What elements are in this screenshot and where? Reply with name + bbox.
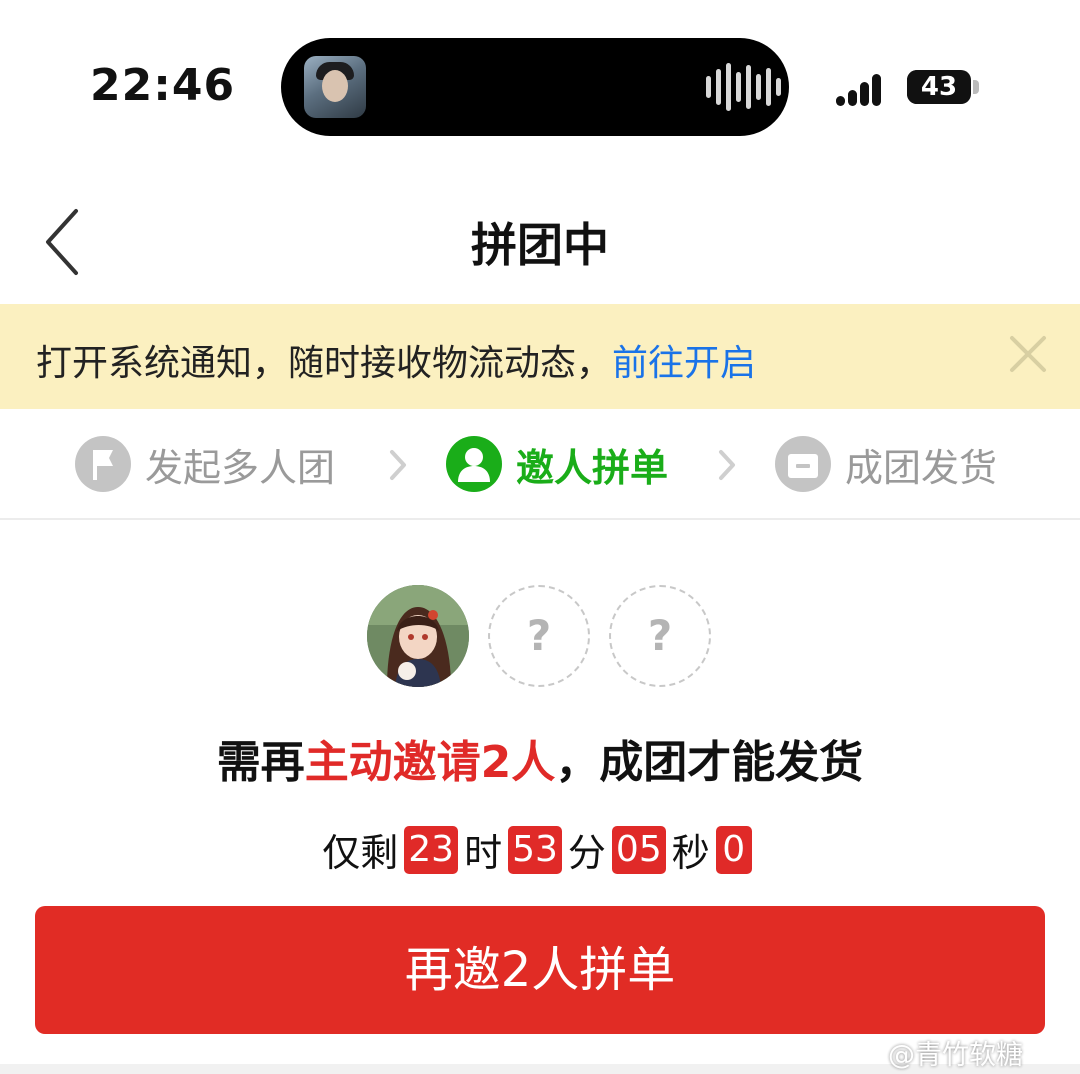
notice-message: 打开系统通知，随时接收物流动态，	[36, 343, 613, 384]
invite-headline: 需再主动邀请2人，成团才能发货	[0, 726, 1080, 790]
person-icon	[446, 436, 502, 492]
cellular-signal-icon	[836, 72, 892, 106]
notification-banner: 打开系统通知，随时接收物流动态，前往开启	[0, 304, 1080, 409]
audio-waveform-icon	[706, 62, 781, 112]
countdown-tenths: 0	[715, 825, 752, 874]
nav-bar: 拼团中	[0, 185, 1080, 300]
watermark: @青竹软糖	[888, 1040, 1023, 1071]
group-progress-steps: 发起多人团 邀人拼单 成团发货	[0, 410, 1080, 520]
status-time: 22:46	[90, 60, 236, 111]
step-invite: 邀人拼单	[446, 434, 668, 494]
now-playing-artwork[interactable]	[304, 56, 366, 118]
countdown-timer: 仅剩 23 时 53 分 05 秒 0	[0, 822, 1080, 877]
package-icon	[775, 436, 831, 492]
step-ship: 成团发货	[775, 434, 997, 494]
step-label: 邀人拼单	[516, 445, 669, 490]
flag-icon	[75, 436, 131, 492]
seconds-unit: 秒	[671, 831, 710, 875]
battery-cap	[973, 80, 979, 94]
chevron-right-icon	[719, 450, 735, 480]
enable-notifications-link[interactable]: 前往开启	[612, 343, 756, 384]
countdown-seconds: 05	[611, 825, 666, 874]
countdown-minutes: 53	[508, 825, 562, 874]
placeholder-question: ?	[526, 611, 552, 660]
chevron-right-icon	[390, 450, 406, 480]
countdown-hours: 23	[404, 825, 459, 874]
headline-highlight: 主动邀请2人	[304, 737, 556, 788]
dynamic-island[interactable]	[281, 38, 789, 136]
close-icon	[1010, 336, 1046, 372]
countdown-prefix: 仅剩	[322, 831, 399, 875]
notice-text: 打开系统通知，随时接收物流动态，前往开启	[36, 334, 756, 386]
close-banner-button[interactable]	[1005, 331, 1051, 377]
page-title: 拼团中	[471, 218, 609, 272]
headline-suffix: ，成团才能发货	[555, 737, 864, 788]
empty-member-slot[interactable]: ?	[609, 585, 711, 687]
headline-prefix: 需再	[216, 737, 305, 788]
battery-percent: 43	[920, 72, 958, 102]
placeholder-question: ?	[647, 611, 673, 660]
avatar	[367, 585, 469, 687]
empty-member-slot[interactable]: ?	[488, 585, 590, 687]
battery-icon: 43	[907, 70, 971, 104]
step-label: 发起多人团	[145, 445, 336, 490]
step-start-group: 发起多人团	[75, 434, 335, 494]
hours-unit: 时	[464, 831, 503, 875]
invite-more-button[interactable]: 再邀2人拼单	[35, 906, 1045, 1034]
minutes-unit: 分	[567, 831, 606, 875]
status-bar: 22:46 43	[0, 0, 1080, 175]
member-avatar[interactable]	[367, 585, 469, 687]
step-label: 成团发货	[845, 445, 998, 490]
